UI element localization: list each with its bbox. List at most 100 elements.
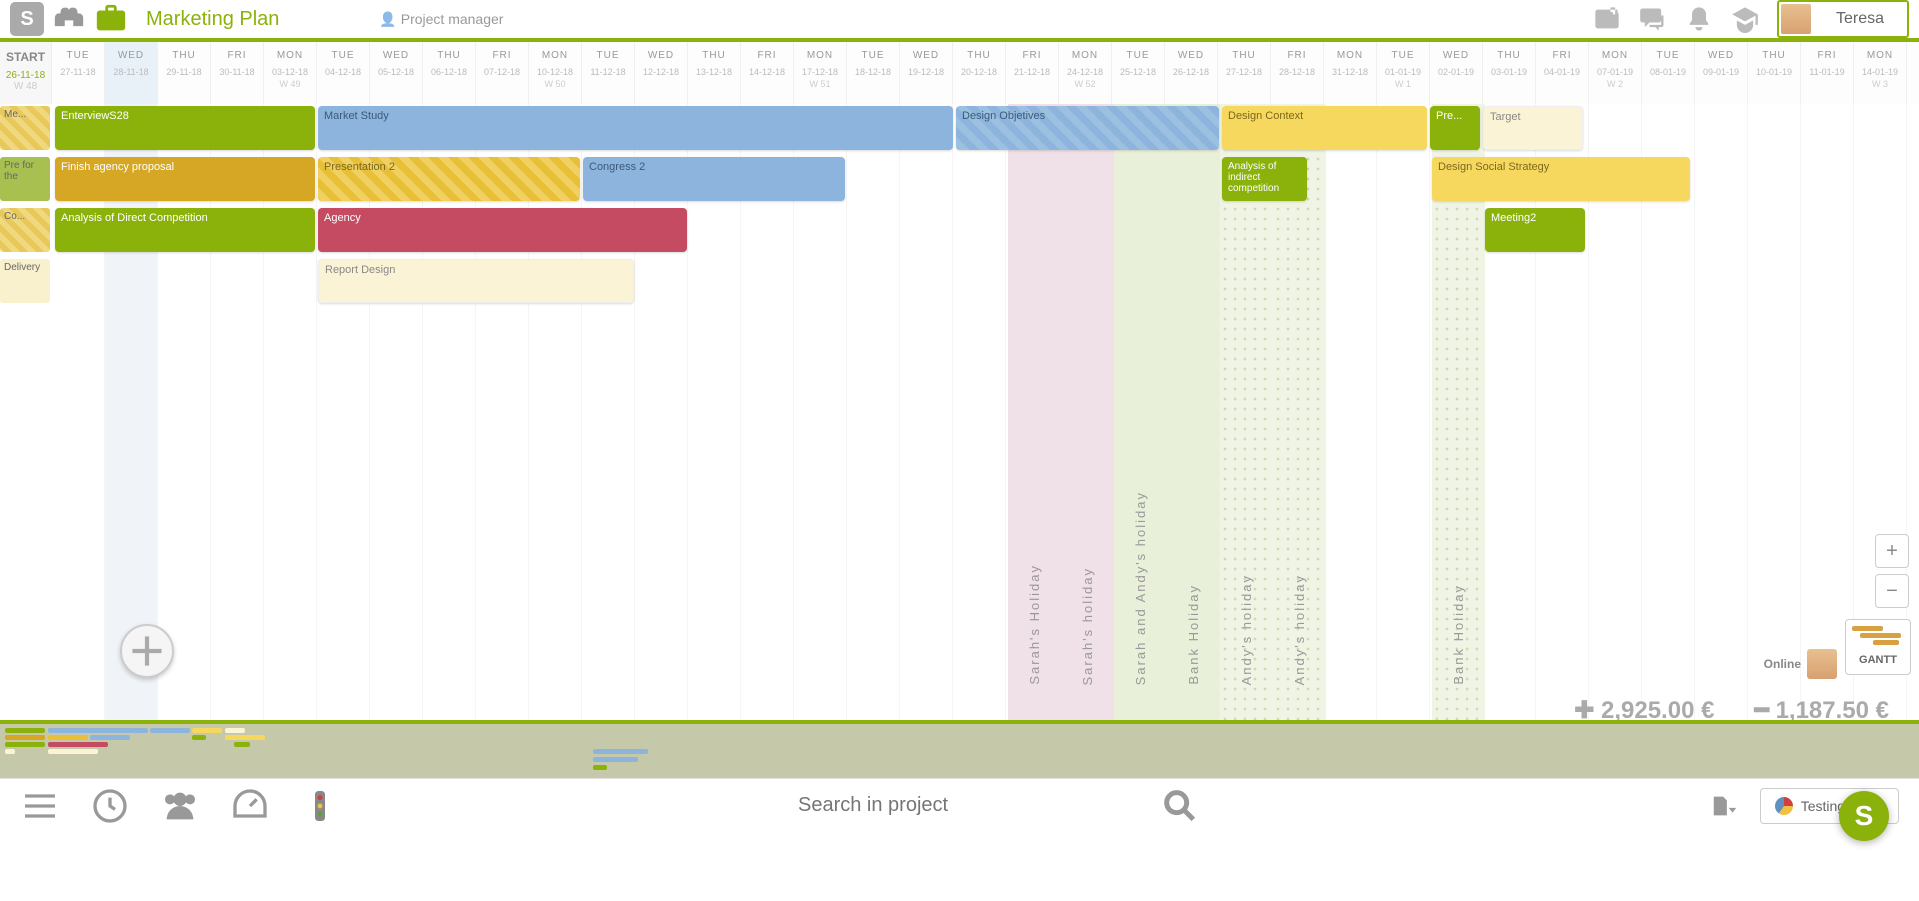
- task-bar[interactable]: Target: [1483, 106, 1583, 150]
- date-column[interactable]: TUE01-01-19W 1: [1377, 42, 1430, 104]
- binoculars-icon[interactable]: [52, 2, 86, 36]
- date-column[interactable]: TUE27-11-18: [52, 42, 105, 104]
- date-column[interactable]: WED02-01-19: [1430, 42, 1483, 104]
- floating-action-button[interactable]: S: [1839, 791, 1889, 841]
- avatar-icon: [1781, 4, 1811, 34]
- task-bar[interactable]: Pre...: [1430, 106, 1480, 150]
- task-row-stub[interactable]: Pre for the: [0, 157, 50, 201]
- document-dropdown-icon[interactable]: [1710, 791, 1740, 821]
- date-value: 04-12-18: [317, 67, 369, 77]
- date-column[interactable]: MON17-12-18W 51: [794, 42, 847, 104]
- gantt-view-button[interactable]: GANTT: [1845, 619, 1911, 675]
- search-icon[interactable]: [1160, 786, 1200, 826]
- holiday-label: Sarah's Holiday: [1027, 564, 1042, 685]
- date-column[interactable]: TUE25-12-18: [1112, 42, 1165, 104]
- date-column[interactable]: FRI04-01-19: [1536, 42, 1589, 104]
- task-bar[interactable]: Design Objetives: [956, 106, 1219, 150]
- task-bar[interactable]: Finish agency proposal: [55, 157, 315, 201]
- dashboard-icon[interactable]: [230, 786, 270, 826]
- list-view-icon[interactable]: [20, 786, 60, 826]
- task-row-stub[interactable]: Delivery: [0, 259, 50, 303]
- date-column[interactable]: WED19-12-18: [900, 42, 953, 104]
- date-value: 14-12-18: [741, 67, 793, 77]
- date-column[interactable]: FRI21-12-18: [1006, 42, 1059, 104]
- task-bar[interactable]: Congress 2: [583, 157, 845, 201]
- graduation-icon[interactable]: [1731, 5, 1759, 33]
- date-column[interactable]: FRI30-11-18: [211, 42, 264, 104]
- date-column[interactable]: THU27-12-18: [1218, 42, 1271, 104]
- bell-icon[interactable]: [1685, 5, 1713, 33]
- date-column[interactable]: THU03-01-19: [1483, 42, 1536, 104]
- day-name: WED: [370, 50, 422, 61]
- date-column[interactable]: MON10-12-18W 50: [529, 42, 582, 104]
- timeline-overview[interactable]: [0, 724, 1919, 778]
- date-column[interactable]: FRI07-12-18: [476, 42, 529, 104]
- gantt-chart[interactable]: Sarah's HolidaySarah's holidaySarah and …: [0, 104, 1919, 724]
- date-column[interactable]: TUE04-12-18: [317, 42, 370, 104]
- date-value: 30-11-18: [211, 67, 263, 77]
- date-value: 31-12-18: [1324, 67, 1376, 77]
- date-value: 05-12-18: [370, 67, 422, 77]
- task-row-stub[interactable]: Co...: [0, 208, 50, 252]
- briefcase-icon[interactable]: [94, 2, 128, 36]
- task-bar[interactable]: EnterviewS28: [55, 106, 315, 150]
- date-value: 12-12-18: [635, 67, 687, 77]
- day-name: MON: [794, 50, 846, 61]
- task-bar[interactable]: Agency: [318, 208, 687, 252]
- task-bar[interactable]: Analysis of indirect competition: [1222, 157, 1307, 201]
- date-column[interactable]: WED28-11-18: [105, 42, 158, 104]
- date-column[interactable]: TUE18-12-18: [847, 42, 900, 104]
- date-column[interactable]: MON24-12-18W 52: [1059, 42, 1112, 104]
- task-bar[interactable]: Design Social Strategy: [1432, 157, 1690, 201]
- day-name: TUE: [1377, 50, 1429, 61]
- day-name: WED: [1165, 50, 1217, 61]
- day-name: MON: [1589, 50, 1641, 61]
- date-column[interactable]: THU13-12-18: [688, 42, 741, 104]
- date-column[interactable]: WED26-12-18: [1165, 42, 1218, 104]
- date-column[interactable]: TUE08-01-19: [1642, 42, 1695, 104]
- zoom-out-button[interactable]: −: [1875, 574, 1909, 608]
- date-column[interactable]: WED09-01-19: [1695, 42, 1748, 104]
- date-column[interactable]: TU15-01: [1907, 42, 1919, 104]
- chat-icon[interactable]: [1639, 5, 1667, 33]
- date-column[interactable]: WED12-12-18: [635, 42, 688, 104]
- date-value: 10-12-18: [529, 67, 581, 77]
- date-column[interactable]: FRI28-12-18: [1271, 42, 1324, 104]
- date-column[interactable]: MON31-12-18: [1324, 42, 1377, 104]
- clock-icon[interactable]: [90, 786, 130, 826]
- task-bar[interactable]: Analysis of Direct Competition: [55, 208, 315, 252]
- date-column[interactable]: WED 05-12-18: [370, 42, 423, 104]
- task-bar[interactable]: Presentation 2: [318, 157, 580, 201]
- search-input[interactable]: [790, 786, 1140, 825]
- add-briefcase-icon[interactable]: [1593, 5, 1621, 33]
- task-bar[interactable]: Design Context: [1222, 106, 1427, 150]
- date-column[interactable]: FRI11-01-19: [1801, 42, 1854, 104]
- user-badge[interactable]: Teresa: [1777, 0, 1909, 38]
- day-name: FRI: [1536, 50, 1588, 61]
- day-name: TU: [1907, 50, 1919, 61]
- day-name: MON: [1059, 50, 1111, 61]
- date-column[interactable]: TUE11-12-18: [582, 42, 635, 104]
- date-value: 20-12-18: [953, 67, 1005, 77]
- task-bar[interactable]: Market Study: [318, 106, 953, 150]
- date-column[interactable]: MON03-12-18W 49: [264, 42, 317, 104]
- traffic-light-icon[interactable]: [300, 786, 340, 826]
- online-badge[interactable]: Online: [1764, 649, 1837, 679]
- task-row-stub[interactable]: Me...: [0, 106, 50, 150]
- zoom-in-button[interactable]: +: [1875, 534, 1909, 568]
- date-column[interactable]: THU10-01-19: [1748, 42, 1801, 104]
- date-column[interactable]: MON14-01-19W 3: [1854, 42, 1907, 104]
- holiday-band: Sarah's Holiday: [1008, 104, 1061, 720]
- team-icon[interactable]: [160, 786, 200, 826]
- date-column[interactable]: MON07-01-19W 2: [1589, 42, 1642, 104]
- add-task-button[interactable]: [120, 624, 174, 678]
- day-name: MON: [529, 50, 581, 61]
- task-bar[interactable]: Meeting2: [1485, 208, 1585, 252]
- totals: 2,925.00 € 1,187.50 €: [1574, 696, 1889, 724]
- date-column[interactable]: THU20-12-18: [953, 42, 1006, 104]
- task-bar[interactable]: Report Design: [318, 259, 634, 303]
- date-column[interactable]: THU29-11-18: [158, 42, 211, 104]
- app-logo-icon[interactable]: S: [10, 2, 44, 36]
- date-column[interactable]: FRI14-12-18: [741, 42, 794, 104]
- date-column[interactable]: THU06-12-18: [423, 42, 476, 104]
